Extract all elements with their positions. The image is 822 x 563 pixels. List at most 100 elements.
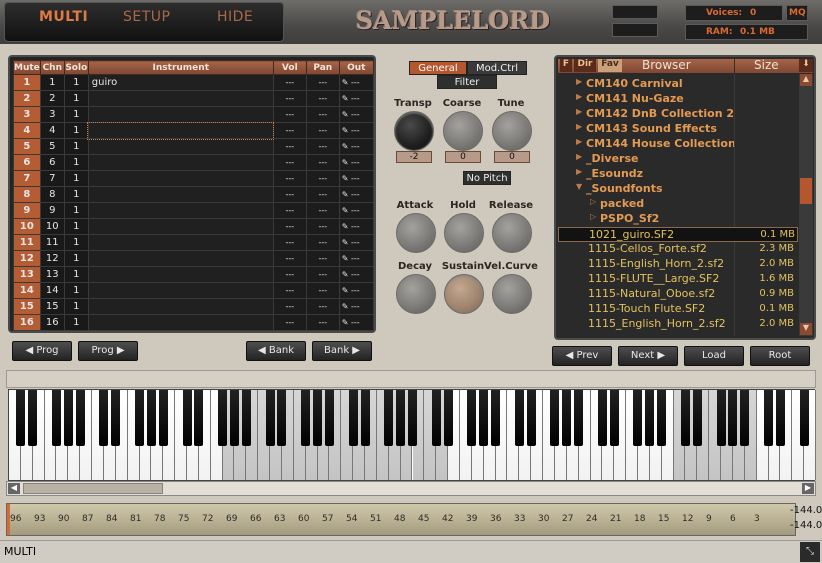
channel-cell[interactable]: 11 [39,234,65,251]
instrument-cell[interactable] [87,298,274,315]
channel-cell[interactable]: 15 [39,298,65,315]
multi-button[interactable]: MULTI [39,9,88,25]
black-key[interactable] [313,390,323,446]
out-cell[interactable]: ✎ --- [338,74,374,91]
out-cell[interactable]: ✎ --- [338,202,374,219]
black-key[interactable] [467,390,477,446]
pan-cell[interactable]: --- [305,186,340,203]
instrument-cell[interactable] [87,234,274,251]
instrument-cell[interactable]: guiro [87,74,274,91]
solo-cell[interactable]: 1 [63,234,89,251]
black-key[interactable] [562,390,572,446]
browser-scrollbar[interactable]: ▲ ▼ [799,74,813,336]
fav-toggle[interactable]: Fav [598,59,622,72]
browser-item[interactable]: ▶ _Esoundz [558,167,798,182]
prog-prev-button[interactable]: ◀ Prog [12,341,72,361]
pan-cell[interactable]: --- [305,74,340,91]
vol-cell[interactable]: --- [272,170,307,187]
vol-cell[interactable]: --- [272,298,307,315]
vol-cell[interactable]: --- [272,154,307,171]
black-key[interactable] [514,390,524,446]
out-cell[interactable]: ✎ --- [338,266,374,283]
bank-next-button[interactable]: Bank ▶ [312,341,372,361]
keyboard-scroll-thumb[interactable] [23,483,163,494]
instrument-cell[interactable] [87,250,274,267]
instrument-cell[interactable] [87,266,274,283]
browser-item[interactable]: ▷ PSPO_Sf2 [558,212,798,227]
out-cell[interactable]: ✎ --- [338,186,374,203]
table-row[interactable]: 8 8 1 --- --- ✎ --- [13,186,374,203]
vol-cell[interactable]: --- [272,282,307,299]
table-row[interactable]: 2 2 1 --- --- ✎ --- [13,90,374,107]
black-key[interactable] [265,390,275,446]
black-key[interactable] [491,390,501,446]
hide-button[interactable]: HIDE [217,9,253,25]
black-key[interactable] [396,390,406,446]
black-key[interactable] [775,390,785,446]
mute-cell[interactable]: 11 [13,234,41,251]
instrument-cell[interactable] [87,138,274,155]
instrument-cell[interactable] [87,121,275,140]
pan-cell[interactable]: --- [305,218,340,235]
solo-cell[interactable]: 1 [63,106,89,123]
prog-next-button[interactable]: Prog ▶ [78,341,138,361]
browser-item[interactable]: 1115-FLUTE__Large.SF2 1.6 MB [558,272,798,287]
channel-cell[interactable]: 13 [39,266,65,283]
tune-knob[interactable] [492,111,532,151]
black-key[interactable] [146,390,156,446]
sort-down-icon[interactable]: ⬇ [799,59,813,72]
browser-item[interactable]: ▶ CM143 Sound Effects [558,122,798,137]
scroll-left-icon[interactable]: ◀ [8,483,20,494]
black-key[interactable] [443,390,453,446]
solo-cell[interactable]: 1 [63,138,89,155]
solo-cell[interactable]: 1 [63,202,89,219]
browser-item[interactable]: ▶CM142 DnB Collection 2009 [558,107,798,122]
channel-cell[interactable]: 9 [39,202,65,219]
instrument-cell[interactable] [87,186,274,203]
pan-cell[interactable]: --- [305,202,340,219]
browser-item[interactable]: 1021_guiro.SF2 0.1 MB [558,227,798,242]
browser-item[interactable]: ▶ _Diverse [558,152,798,167]
instrument-cell[interactable] [87,314,274,331]
black-key[interactable] [51,390,61,446]
browser-item[interactable]: 1115_English_Horn_2.sf2 2.0 MB [558,317,798,332]
solo-cell[interactable]: 1 [63,74,89,91]
mute-cell[interactable]: 6 [13,154,41,171]
vol-cell[interactable]: --- [272,90,307,107]
mute-cell[interactable]: 12 [13,250,41,267]
out-cell[interactable]: ✎ --- [338,138,374,155]
table-row[interactable]: 14 14 1 --- --- ✎ --- [13,282,374,299]
solo-cell[interactable]: 1 [63,250,89,267]
black-key[interactable] [633,390,643,446]
browser-item[interactable]: ▼ _Soundfonts [558,182,798,197]
pan-cell[interactable]: --- [305,154,340,171]
vol-cell[interactable]: --- [272,74,307,91]
out-cell[interactable]: ✎ --- [338,90,374,107]
dir-toggle[interactable]: Dir [574,59,596,72]
black-key[interactable] [158,390,168,446]
browser-item[interactable]: ▷ packed [558,197,798,212]
black-key[interactable] [360,390,370,446]
keyboard-scrollbar[interactable]: ◀ ▶ [6,481,816,496]
scroll-up-icon[interactable]: ▲ [800,74,812,86]
table-row[interactable]: 9 9 1 --- --- ✎ --- [13,202,374,219]
pan-cell[interactable]: --- [305,122,340,139]
hold-knob[interactable] [444,213,484,253]
black-key[interactable] [348,390,358,446]
mute-cell[interactable]: 3 [13,106,41,123]
black-key[interactable] [229,390,239,446]
vol-cell[interactable]: --- [272,218,307,235]
pan-cell[interactable]: --- [305,266,340,283]
black-key[interactable] [75,390,85,446]
vol-cell[interactable]: --- [272,266,307,283]
attack-knob[interactable] [396,213,436,253]
black-key[interactable] [716,390,726,446]
pan-cell[interactable]: --- [305,234,340,251]
tab-modctrl[interactable]: Mod.Ctrl [467,61,527,75]
bank-prev-button[interactable]: ◀ Bank [246,341,306,361]
instrument-cell[interactable] [87,282,274,299]
channel-cell[interactable]: 8 [39,186,65,203]
tab-filter[interactable]: Filter [437,75,497,89]
black-key[interactable] [182,390,192,446]
prev-button[interactable]: ◀ Prev [552,346,612,366]
